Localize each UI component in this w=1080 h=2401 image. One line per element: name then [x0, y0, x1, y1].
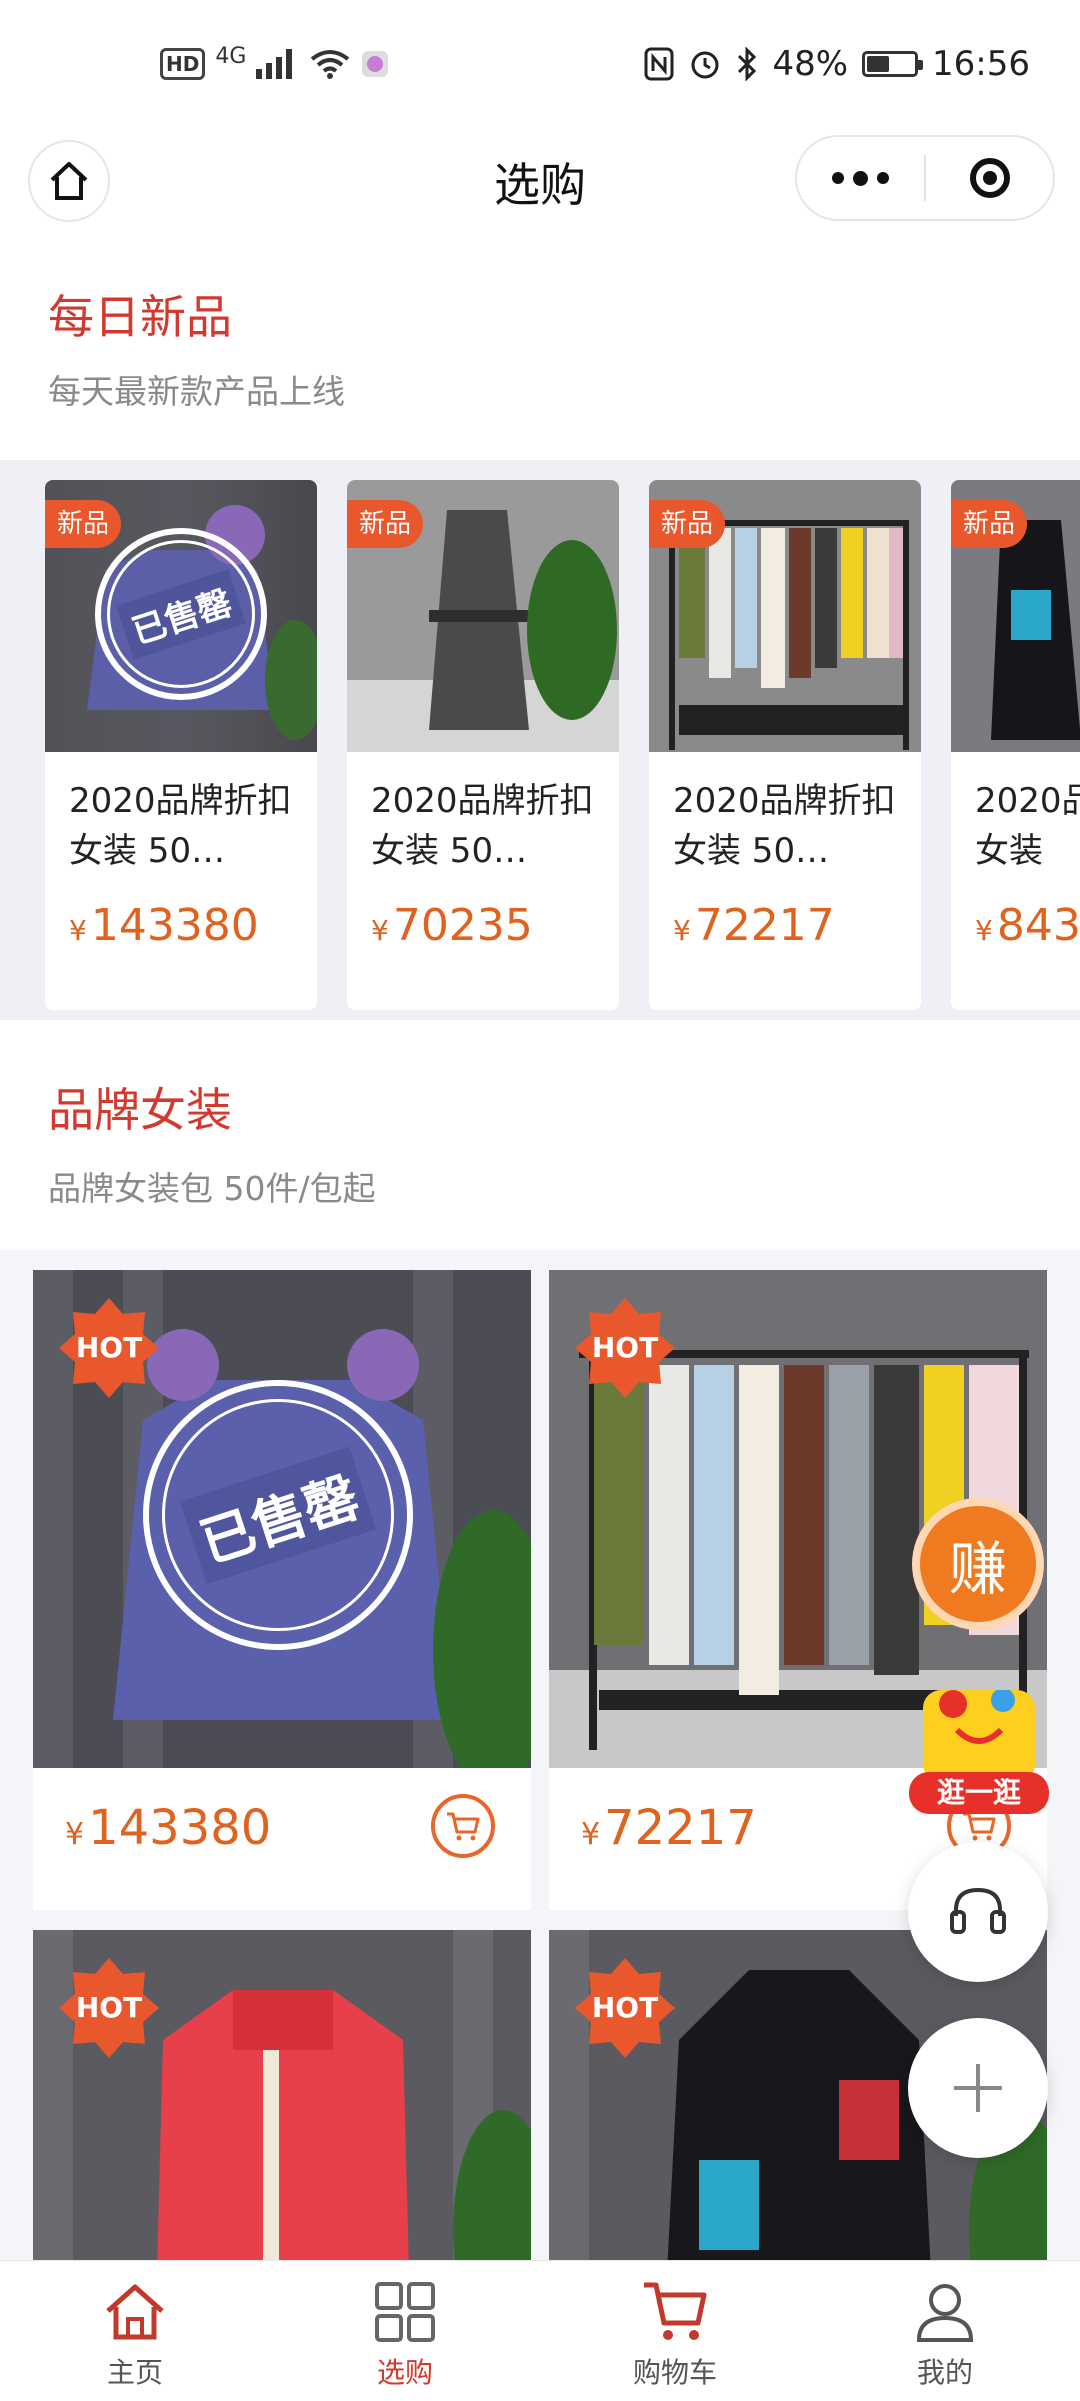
customer-service-button[interactable]	[908, 1842, 1048, 1982]
hd-badge: HD	[160, 48, 206, 80]
nfc-icon	[644, 47, 674, 81]
mini-program-capsule	[795, 135, 1055, 221]
product-price: ¥843	[975, 900, 1080, 951]
add-to-cart-button[interactable]	[431, 1794, 495, 1858]
daily-product-card[interactable]: 新品 2020品牌折扣女装 50… ¥72217	[649, 480, 921, 1010]
tab-label: 我的	[916, 2356, 973, 2389]
tab-cart[interactable]: 购物车	[540, 2261, 810, 2401]
earn-float-button[interactable]: 赚	[912, 1498, 1044, 1630]
sold-out-stamp: 已售罄	[143, 1380, 413, 1650]
tab-label: 主页	[106, 2356, 163, 2389]
cart-icon	[644, 2282, 707, 2340]
grid-icon	[375, 2282, 435, 2342]
signal-icon	[256, 49, 293, 79]
shopping-bag-icon	[923, 1688, 1035, 1782]
product-name: 2020品牌折扣女装	[975, 781, 1080, 871]
product-price: ¥143380	[69, 900, 259, 951]
daily-product-card[interactable]: 已售罄 新品 2020品牌折扣女装 50… ¥143380	[45, 480, 317, 1010]
tab-shop[interactable]: 选购	[270, 2261, 540, 2401]
daily-section-header: 每日新品 每天最新款产品上线	[0, 255, 1080, 460]
new-tag: 新品	[45, 500, 122, 548]
more-dots-icon[interactable]	[797, 170, 924, 186]
product-name: 2020品牌折扣女装 50…	[673, 781, 896, 871]
brand-section-header: 品牌女装 品牌女装包 50件/包起	[0, 1020, 1080, 1250]
brand-section-subtitle: 品牌女装包 50件/包起	[48, 1169, 376, 1208]
product-price: ¥72217	[673, 900, 835, 951]
tab-label: 购物车	[632, 2356, 717, 2389]
daily-product-carousel[interactable]: 已售罄 新品 2020品牌折扣女装 50… ¥143380 新品 2020品牌折…	[0, 460, 1080, 1020]
new-tag: 新品	[951, 500, 1028, 548]
browse-float-button[interactable]: 逛一逛	[905, 1672, 1053, 1820]
battery-icon	[862, 51, 924, 77]
status-right: 48% 16:56	[644, 44, 1030, 84]
tab-mine[interactable]: 我的	[810, 2261, 1080, 2401]
product-image: 新品	[347, 480, 619, 752]
home-icon	[106, 2284, 164, 2340]
brand-product-card[interactable]: HOT	[33, 1930, 531, 2260]
hot-badge: HOT	[57, 1956, 161, 2060]
target-circle-icon	[969, 158, 1010, 198]
hot-badge: HOT	[573, 1956, 677, 2060]
daily-product-card[interactable]: 新品 2020品牌折扣女装 ¥843	[951, 480, 1080, 1010]
bluetooth-icon	[738, 47, 757, 81]
sold-out-stamp: 已售罄	[95, 528, 267, 700]
headset-icon	[950, 1887, 1006, 1934]
network-4g-label: 4G	[215, 43, 247, 69]
nav-bar: 选购	[0, 135, 1080, 255]
daily-section-title: 每日新品	[48, 290, 232, 344]
app-notification-icon	[362, 51, 389, 77]
cart-icon	[447, 1812, 480, 1841]
product-image: 已售罄 HOT	[33, 1270, 531, 1768]
user-icon	[916, 2284, 974, 2342]
product-image: 新品	[951, 480, 1080, 752]
product-image: 已售罄 新品	[45, 480, 317, 752]
battery-percent: 48%	[772, 44, 849, 84]
status-left: HD 4G	[160, 44, 390, 80]
daily-product-card[interactable]: 新品 2020品牌折扣女装 50… ¥70235	[347, 480, 619, 1010]
daily-section-subtitle: 每天最新款产品上线	[48, 372, 345, 411]
clock-time: 16:56	[932, 44, 1030, 84]
add-float-button[interactable]	[908, 2018, 1048, 2158]
hot-badge: HOT	[573, 1296, 677, 1400]
battery-level-fill	[867, 56, 890, 72]
product-price: ¥72217	[581, 1800, 757, 1856]
brand-section-title: 品牌女装	[48, 1083, 232, 1137]
status-bar: HD 4G 48% 16:56	[0, 0, 1080, 135]
plus-icon	[954, 2064, 1002, 2112]
new-tag: 新品	[649, 500, 726, 548]
product-image: HOT	[33, 1930, 531, 2260]
bottom-tab-bar: 主页 选购 购物车 我的	[0, 2260, 1080, 2401]
product-name: 2020品牌折扣女装 50…	[371, 781, 594, 871]
brand-product-card[interactable]: 已售罄 HOT ¥143380	[33, 1270, 531, 1910]
product-name: 2020品牌折扣女装 50…	[69, 781, 292, 871]
hot-badge: HOT	[57, 1296, 161, 1400]
wifi-icon	[311, 50, 350, 79]
tab-home[interactable]: 主页	[0, 2261, 270, 2401]
new-tag: 新品	[347, 500, 424, 548]
alarm-icon	[691, 51, 719, 79]
close-target-button[interactable]	[926, 158, 1053, 198]
product-image: 新品	[649, 480, 921, 752]
tab-label: 选购	[376, 2356, 433, 2389]
product-price: ¥70235	[371, 900, 533, 951]
product-price: ¥143380	[65, 1800, 272, 1856]
